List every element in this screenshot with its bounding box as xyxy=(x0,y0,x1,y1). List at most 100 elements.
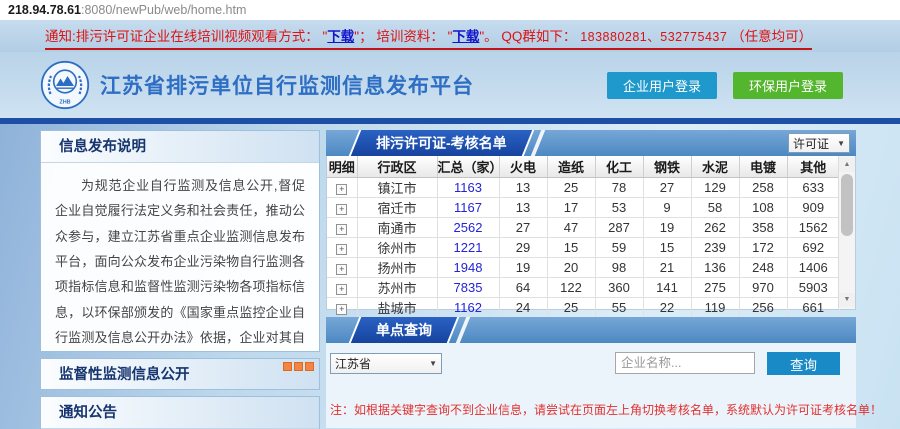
count-cell: 256 xyxy=(739,297,787,317)
col-header: 化工 xyxy=(595,156,643,177)
assessment-table-body: +镇江市116313257827129258633+宿迁市11671317539… xyxy=(327,177,840,317)
scrollbar-thumb[interactable] xyxy=(841,174,853,236)
enterprise-login-button[interactable]: 企业用户登录 xyxy=(607,72,717,99)
count-cell: 287 xyxy=(595,217,643,237)
total-count-link[interactable]: 1948 xyxy=(454,260,483,275)
table-row: +镇江市116313257827129258633 xyxy=(327,177,840,197)
count-cell: 21 xyxy=(643,257,691,277)
region-cell: 盐城市 xyxy=(357,297,437,317)
assessment-tab: 排污许可证-考核名单 xyxy=(349,130,534,156)
company-name-input[interactable] xyxy=(615,352,755,374)
tab-stripe xyxy=(456,317,471,343)
expand-row-icon[interactable]: + xyxy=(336,184,347,195)
region-cell: 镇江市 xyxy=(357,177,437,197)
assessment-type-select[interactable]: 许可证 ▼ xyxy=(788,133,850,153)
query-panel-bar: 单点查询 xyxy=(326,317,856,343)
col-header: 明细 xyxy=(327,156,357,177)
info-release-panel-title: 信息发布说明 xyxy=(41,131,319,163)
count-cell: 141 xyxy=(643,277,691,297)
environmental-protection-logo-icon: ZHB xyxy=(40,60,90,110)
expand-row-icon[interactable]: + xyxy=(336,224,347,235)
count-cell: 53 xyxy=(595,197,643,217)
count-cell: 119 xyxy=(691,297,739,317)
url-path: :8080/newPub/web/home.htm xyxy=(81,3,246,17)
search-button[interactable]: 查询 xyxy=(767,352,840,375)
count-cell: 122 xyxy=(547,277,595,297)
count-cell: 239 xyxy=(691,237,739,257)
col-header: 造纸 xyxy=(547,156,595,177)
browser-address-bar[interactable]: 218.94.78.61:8080/newPub/web/home.htm xyxy=(0,0,900,20)
scroll-down-icon[interactable]: ▼ xyxy=(839,293,855,307)
url-host: 218.94.78.61 xyxy=(8,3,81,17)
assessment-table: 明细 行政区 汇总（家） 火电 造纸 化工 钢铁 水泥 电镀 其他 +镇江市11 xyxy=(327,156,840,318)
table-row: +扬州市1948192098211362481406 xyxy=(327,257,840,277)
site-header: ZHB 江苏省排污单位自行监测信息发布平台 企业用户登录 环保用户登录 xyxy=(0,52,900,118)
col-header: 其他 xyxy=(787,156,840,177)
supervisory-monitoring-panel[interactable]: 监督性监测信息公开 xyxy=(40,358,320,390)
count-cell: 22 xyxy=(643,297,691,317)
count-cell: 1562 xyxy=(787,217,840,237)
total-count-link[interactable]: 1167 xyxy=(454,200,482,215)
count-cell: 47 xyxy=(547,217,595,237)
count-cell: 692 xyxy=(787,237,840,257)
total-count-link[interactable]: 1163 xyxy=(454,180,482,195)
notice-seg1: 通知:排污许可证企业在线培训视频观看方式： " xyxy=(45,29,327,44)
notice-seg4: （任意均可） xyxy=(727,29,812,44)
count-cell: 970 xyxy=(739,277,787,297)
count-cell: 633 xyxy=(787,177,840,197)
region-cell: 扬州市 xyxy=(357,257,437,277)
supervisory-monitoring-title[interactable]: 监督性监测信息公开 xyxy=(41,359,319,390)
scroll-up-icon[interactable]: ▲ xyxy=(839,158,855,172)
col-header: 水泥 xyxy=(691,156,739,177)
count-cell: 58 xyxy=(691,197,739,217)
table-header-row: 明细 行政区 汇总（家） 火电 造纸 化工 钢铁 水泥 电镀 其他 xyxy=(327,156,840,177)
count-cell: 262 xyxy=(691,217,739,237)
notice-seg3: "。 QQ群如下： xyxy=(479,29,580,44)
count-cell: 275 xyxy=(691,277,739,297)
count-cell: 9 xyxy=(643,197,691,217)
count-cell: 1406 xyxy=(787,257,840,277)
assessment-table-container: 明细 行政区 汇总（家） 火电 造纸 化工 钢铁 水泥 电镀 其他 +镇江市11 xyxy=(326,156,856,310)
expand-row-icon[interactable]: + xyxy=(336,304,347,315)
region-select[interactable]: 江苏省 ▼ xyxy=(330,353,442,374)
count-cell: 13 xyxy=(499,197,547,217)
total-count-link[interactable]: 2562 xyxy=(454,220,483,235)
expand-row-icon[interactable]: + xyxy=(336,204,347,215)
env-user-login-button[interactable]: 环保用户登录 xyxy=(733,72,843,99)
col-header: 行政区 xyxy=(357,156,437,177)
mini-badge-icons xyxy=(283,362,314,371)
total-count-link[interactable]: 1162 xyxy=(454,300,482,315)
assessment-panel-bar: 排污许可证-考核名单 许可证 ▼ xyxy=(326,130,856,156)
count-cell: 27 xyxy=(643,177,691,197)
total-count-link[interactable]: 1221 xyxy=(454,240,483,255)
download-link-material[interactable]: 下载 xyxy=(452,29,479,44)
expand-row-icon[interactable]: + xyxy=(336,284,347,295)
expand-row-icon[interactable]: + xyxy=(336,264,347,275)
single-query-panel: 单点查询 江苏省 ▼ 查询 注：如根据关键字查询不到企业信息，请尝试在页面左上角… xyxy=(326,317,856,428)
page-body: 信息发布说明 为规范企业自行监测及信息公开,督促企业自觉履行法定义务和社会责任，… xyxy=(0,124,900,429)
count-cell: 13 xyxy=(499,177,547,197)
chevron-down-icon: ▼ xyxy=(837,139,845,148)
table-row: +宿迁市1167131753958108909 xyxy=(327,197,840,217)
count-cell: 108 xyxy=(739,197,787,217)
count-cell: 19 xyxy=(643,217,691,237)
tab-stripe xyxy=(530,130,545,156)
table-scrollbar[interactable]: ▲ ▼ xyxy=(838,156,855,309)
total-count-link[interactable]: 7835 xyxy=(454,280,483,295)
info-release-description: 为规范企业自行监测及信息公开,督促企业自觉履行法定义务和社会责任，推动公众参与，… xyxy=(41,163,319,352)
query-tab: 单点查询 xyxy=(349,317,460,343)
count-cell: 25 xyxy=(547,177,595,197)
count-cell: 129 xyxy=(691,177,739,197)
download-link-video[interactable]: 下载 xyxy=(327,29,354,44)
count-cell: 20 xyxy=(547,257,595,277)
notice-announcement-title[interactable]: 通知公告 xyxy=(41,397,319,429)
svg-text:ZHB: ZHB xyxy=(59,100,70,106)
notice-text: 通知:排污许可证企业在线培训视频观看方式： "下载"； 培训资料： "下载"。 … xyxy=(45,25,812,50)
count-cell: 24 xyxy=(499,297,547,317)
table-row: +徐州市122129155915239172692 xyxy=(327,237,840,257)
count-cell: 15 xyxy=(547,237,595,257)
count-cell: 64 xyxy=(499,277,547,297)
notice-announcement-panel[interactable]: 通知公告 xyxy=(40,396,320,429)
table-row: +盐城市116224255522119256661 xyxy=(327,297,840,317)
expand-row-icon[interactable]: + xyxy=(336,244,347,255)
